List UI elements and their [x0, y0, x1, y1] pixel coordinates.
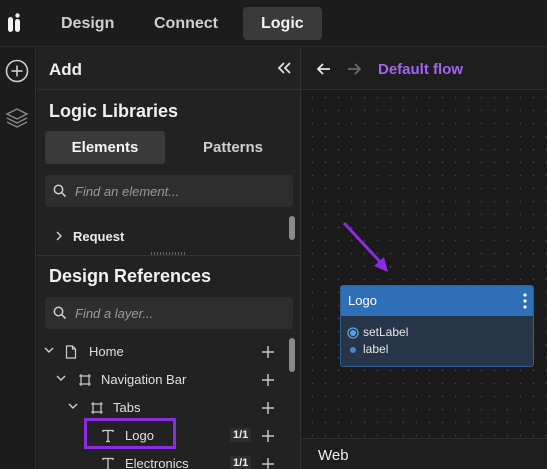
add-icon[interactable] — [261, 429, 275, 443]
layer-search-input[interactable] — [75, 297, 285, 329]
chevron-down-icon[interactable] — [55, 374, 67, 384]
output-port-label[interactable]: label — [347, 342, 388, 356]
logic-canvas[interactable]: Default flow Logo setLabel label Web — [302, 48, 547, 469]
tree-label: Tabs — [113, 400, 141, 415]
node-title: Logo — [348, 293, 377, 308]
library-item-request[interactable]: Request — [55, 226, 124, 246]
panel-header: Add — [37, 48, 301, 90]
canvas-footer: Web — [302, 438, 547, 469]
layers-icon[interactable] — [4, 105, 30, 131]
logic-node-logo[interactable]: Logo setLabel label — [340, 285, 534, 367]
text-icon — [102, 457, 114, 469]
left-rail — [0, 48, 36, 469]
add-icon[interactable] — [261, 373, 275, 387]
panel-title: Add — [49, 60, 83, 79]
tab-connect[interactable]: Connect — [136, 7, 236, 40]
port-connector-icon[interactable] — [347, 327, 359, 339]
segment-elements[interactable]: Elements — [45, 131, 165, 164]
section-divider — [37, 255, 301, 256]
port-label: label — [363, 342, 389, 356]
instance-count-badge: 1/1 — [230, 428, 252, 442]
port-label: setLabel — [363, 325, 409, 339]
element-search-input[interactable] — [75, 175, 285, 207]
flow-name[interactable]: Default flow — [378, 61, 463, 78]
app-logo-icon[interactable] — [6, 13, 26, 35]
design-references-title: Design References — [49, 266, 212, 286]
port-connector-icon[interactable] — [347, 344, 359, 356]
frame-icon — [79, 374, 91, 386]
more-vertical-icon[interactable] — [523, 293, 527, 309]
page-icon — [65, 345, 77, 359]
frame-icon — [91, 402, 103, 414]
tree-row-navigation-bar[interactable]: Navigation Bar — [37, 367, 287, 393]
tree-label: Electronics — [125, 456, 189, 469]
library-segmented-control: Elements Patterns — [45, 131, 293, 164]
add-icon[interactable] — [261, 457, 275, 469]
references-scrollbar[interactable] — [289, 338, 295, 372]
add-icon[interactable] — [261, 401, 275, 415]
node-header[interactable]: Logo — [341, 286, 533, 316]
element-search-box — [45, 175, 293, 207]
collapse-panel-icon[interactable] — [275, 59, 293, 77]
add-icon[interactable] — [261, 345, 275, 359]
libraries-scrollbar[interactable] — [289, 216, 295, 240]
arrow-annotation-icon — [342, 221, 388, 272]
segment-patterns[interactable]: Patterns — [173, 131, 293, 164]
add-panel: Add Logic Libraries Elements Patterns Re… — [37, 48, 301, 469]
tab-design[interactable]: Design — [43, 7, 132, 40]
arrow-left-icon[interactable] — [316, 61, 332, 77]
tree-label: Home — [89, 344, 124, 359]
tree-row-electronics[interactable]: Electronics 1/1 — [37, 451, 287, 469]
add-circle-icon[interactable] — [4, 58, 30, 84]
platform-label: Web — [318, 447, 349, 464]
logo-highlight-box — [84, 418, 176, 449]
chevron-down-icon[interactable] — [43, 346, 55, 356]
layer-search-box — [45, 297, 293, 329]
top-bar: Design Connect Logic — [0, 0, 547, 47]
library-item-label: Request — [73, 228, 125, 244]
tree-row-home[interactable]: Home — [37, 339, 287, 365]
arrow-right-icon[interactable] — [346, 61, 362, 77]
chevron-right-icon — [56, 231, 62, 241]
search-icon — [53, 184, 67, 198]
instance-count-badge: 1/1 — [230, 456, 252, 469]
tab-logic[interactable]: Logic — [243, 7, 322, 40]
logic-libraries-title: Logic Libraries — [49, 101, 179, 121]
tree-label: Navigation Bar — [101, 372, 187, 387]
canvas-toolbar: Default flow — [302, 48, 547, 90]
search-icon — [53, 306, 67, 320]
chevron-down-icon[interactable] — [67, 402, 79, 412]
input-port-setlabel[interactable]: setLabel — [347, 325, 408, 339]
